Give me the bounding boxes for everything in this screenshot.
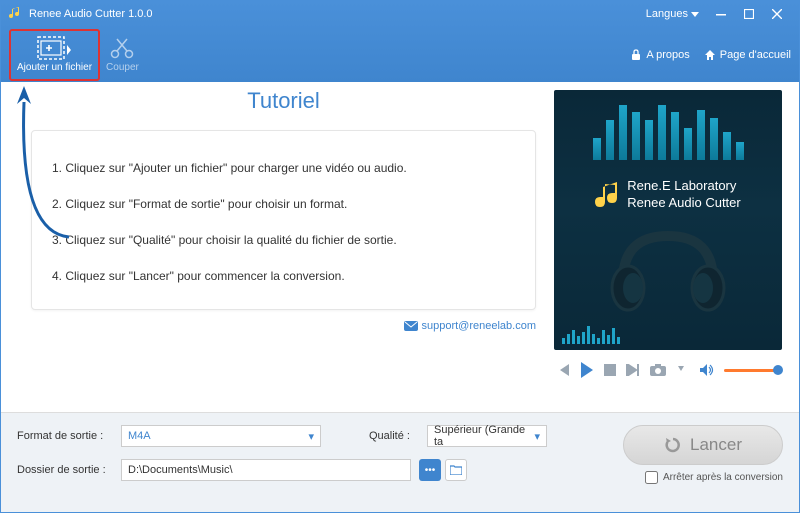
equalizer-bottom <box>562 326 620 344</box>
about-link[interactable]: A propos <box>630 49 689 61</box>
prev-button[interactable] <box>556 364 570 376</box>
film-add-icon <box>37 36 73 60</box>
output-folder-field[interactable]: D:\Documents\Music\ <box>121 459 411 481</box>
volume-slider[interactable] <box>724 369 781 372</box>
chevron-down-icon <box>678 366 684 374</box>
minimize-button[interactable] <box>707 4 735 24</box>
brand-line1: Rene.E Laboratory <box>627 178 740 195</box>
tutorial-step: 3. Cliquez sur "Qualité" pour choisir la… <box>52 233 515 247</box>
language-menu[interactable]: Langues <box>646 8 699 20</box>
app-logo-icon <box>9 6 23 23</box>
next-button[interactable] <box>626 364 640 376</box>
headphones-icon <box>603 226 733 316</box>
brand-line2: Renee Audio Cutter <box>627 195 740 212</box>
add-file-label: Ajouter un fichier <box>17 62 92 73</box>
play-button[interactable] <box>580 362 594 378</box>
stop-after-label: Arrêter après la conversion <box>663 472 783 483</box>
playback-controls <box>554 362 783 378</box>
quality-value: Supérieur (Grande ta <box>434 424 534 448</box>
tutorial-step: 1. Cliquez sur "Ajouter un fichier" pour… <box>52 161 515 175</box>
lock-icon <box>630 49 642 61</box>
launch-label: Lancer <box>690 435 742 455</box>
quality-select[interactable]: Supérieur (Grande ta ▾ <box>427 425 547 447</box>
mail-icon <box>404 321 418 331</box>
home-icon <box>704 49 716 61</box>
refresh-icon <box>664 436 682 454</box>
stop-button[interactable] <box>604 364 616 376</box>
stop-after-checkbox[interactable] <box>645 471 658 484</box>
equalizer-top <box>554 100 782 160</box>
chevron-down-icon <box>691 12 699 17</box>
cut-label: Couper <box>106 62 139 73</box>
format-label: Format de sortie : <box>17 430 113 442</box>
volume-button[interactable] <box>700 364 714 376</box>
maximize-button[interactable] <box>735 4 763 24</box>
scissors-icon <box>108 36 136 60</box>
folder-value: D:\Documents\Music\ <box>128 464 233 476</box>
chevron-down-icon: ▾ <box>308 430 314 443</box>
close-button[interactable] <box>763 4 791 24</box>
folder-icon <box>450 465 462 475</box>
app-title: Renee Audio Cutter 1.0.0 <box>29 8 646 20</box>
folder-label: Dossier de sortie : <box>17 464 113 476</box>
tutorial-panel: Tutoriel 1. Cliquez sur "Ajouter un fich… <box>1 82 554 412</box>
home-label: Page d'accueil <box>720 49 791 61</box>
snapshot-button[interactable] <box>650 364 666 376</box>
chevron-down-icon: ▾ <box>534 430 540 443</box>
support-link[interactable]: support@reneelab.com <box>421 320 536 332</box>
language-label: Langues <box>646 8 688 20</box>
preview-panel: Rene.E Laboratory Renee Audio Cutter <box>554 90 782 350</box>
open-folder-button[interactable] <box>445 459 467 481</box>
cut-button[interactable]: Couper <box>100 29 145 81</box>
home-link[interactable]: Page d'accueil <box>704 49 791 61</box>
format-value: M4A <box>128 430 151 442</box>
format-select[interactable]: M4A ▾ <box>121 425 321 447</box>
tutorial-step: 2. Cliquez sur "Format de sortie" pour c… <box>52 197 515 211</box>
brand-block: Rene.E Laboratory Renee Audio Cutter <box>554 178 782 212</box>
tutorial-box: 1. Cliquez sur "Ajouter un fichier" pour… <box>31 130 536 310</box>
note-icon <box>595 180 621 210</box>
tutorial-step: 4. Cliquez sur "Lancer" pour commencer l… <box>52 269 515 283</box>
tutorial-title: Tutoriel <box>31 88 536 114</box>
launch-button[interactable]: Lancer <box>623 425 783 465</box>
add-file-button[interactable]: Ajouter un fichier <box>9 29 100 81</box>
browse-button[interactable]: ••• <box>419 459 441 481</box>
about-label: A propos <box>646 49 689 61</box>
quality-label: Qualité : <box>369 430 419 442</box>
